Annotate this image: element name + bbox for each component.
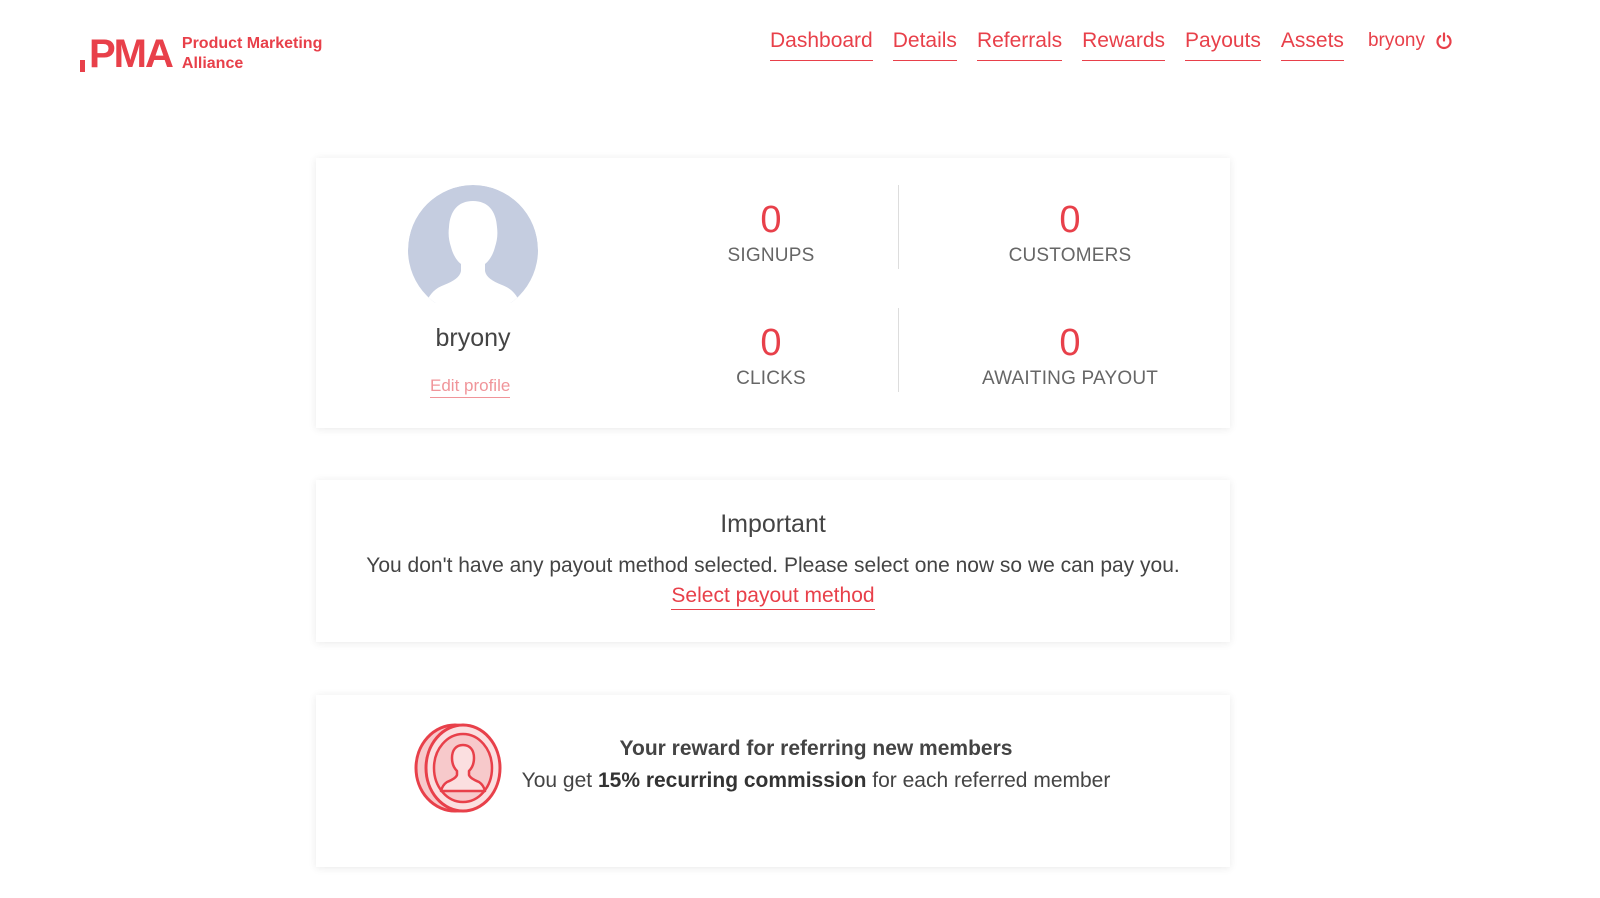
logo-text: Product Marketing Alliance: [182, 34, 322, 74]
main-nav: Dashboard Details Referrals Rewards Payo…: [770, 28, 1453, 61]
nav-details[interactable]: Details: [892, 28, 957, 61]
awaiting-payout-label: AWAITING PAYOUT: [981, 368, 1159, 389]
logo[interactable]: PMA Product Marketing Alliance: [80, 34, 322, 74]
stat-signups: 0 SIGNUPS: [641, 198, 901, 268]
logo-line-1: Product Marketing: [181, 35, 323, 52]
reward-text-suffix: for each referred member: [866, 769, 1111, 792]
profile-name: bryony: [435, 324, 511, 352]
important-message: You don't have any payout method selecte…: [366, 554, 1180, 577]
signups-value: 0: [760, 199, 782, 241]
divider-bottom: [898, 308, 899, 392]
nav-dashboard[interactable]: Dashboard: [770, 28, 873, 61]
important-title: Important: [720, 510, 826, 538]
select-payout-wrap: Select payout method: [316, 584, 1230, 610]
reward-text-prefix: You get: [521, 769, 598, 792]
nav-payouts[interactable]: Payouts: [1185, 28, 1261, 61]
header: PMA Product Marketing Alliance Dashboard…: [0, 0, 1600, 100]
stat-awaiting-payout: 0 AWAITING PAYOUT: [940, 321, 1200, 391]
reward-text: You get 15% recurring commission for eac…: [316, 769, 1316, 793]
reward-card: Your reward for referring new members Yo…: [316, 695, 1230, 867]
customers-label: CUSTOMERS: [1008, 245, 1132, 266]
nav-rewards[interactable]: Rewards: [1082, 28, 1166, 61]
avatar: [408, 185, 538, 303]
user-silhouette-icon: [426, 201, 520, 303]
edit-profile-link[interactable]: Edit profile: [430, 376, 511, 398]
select-payout-method-link[interactable]: Select payout method: [671, 584, 875, 610]
stat-customers: 0 CUSTOMERS: [940, 198, 1200, 268]
user-menu[interactable]: bryony: [1368, 28, 1453, 54]
important-card: Important You don't have any payout meth…: [316, 480, 1230, 642]
clicks-value: 0: [760, 322, 782, 364]
nav-referrals[interactable]: Referrals: [976, 28, 1063, 61]
logo-letters: PMA: [89, 32, 174, 76]
customers-value: 0: [1059, 199, 1081, 241]
reward-commission: 15% recurring commission: [597, 769, 867, 792]
power-icon[interactable]: [1435, 32, 1453, 50]
divider-top: [898, 185, 899, 269]
nav-username: bryony: [1367, 30, 1425, 51]
nav-assets[interactable]: Assets: [1280, 28, 1344, 61]
reward-title: Your reward for referring new members: [619, 737, 1013, 760]
logo-line-2: Alliance: [181, 55, 244, 72]
logo-mark: PMA: [80, 32, 174, 76]
awaiting-payout-value: 0: [1059, 322, 1081, 364]
logo-tick: [80, 60, 85, 72]
stat-clicks: 0 CLICKS: [641, 321, 901, 391]
signups-label: SIGNUPS: [727, 245, 815, 266]
stats-card: bryony Edit profile 0 SIGNUPS 0 CUSTOMER…: [316, 158, 1230, 428]
clicks-label: CLICKS: [736, 368, 806, 389]
